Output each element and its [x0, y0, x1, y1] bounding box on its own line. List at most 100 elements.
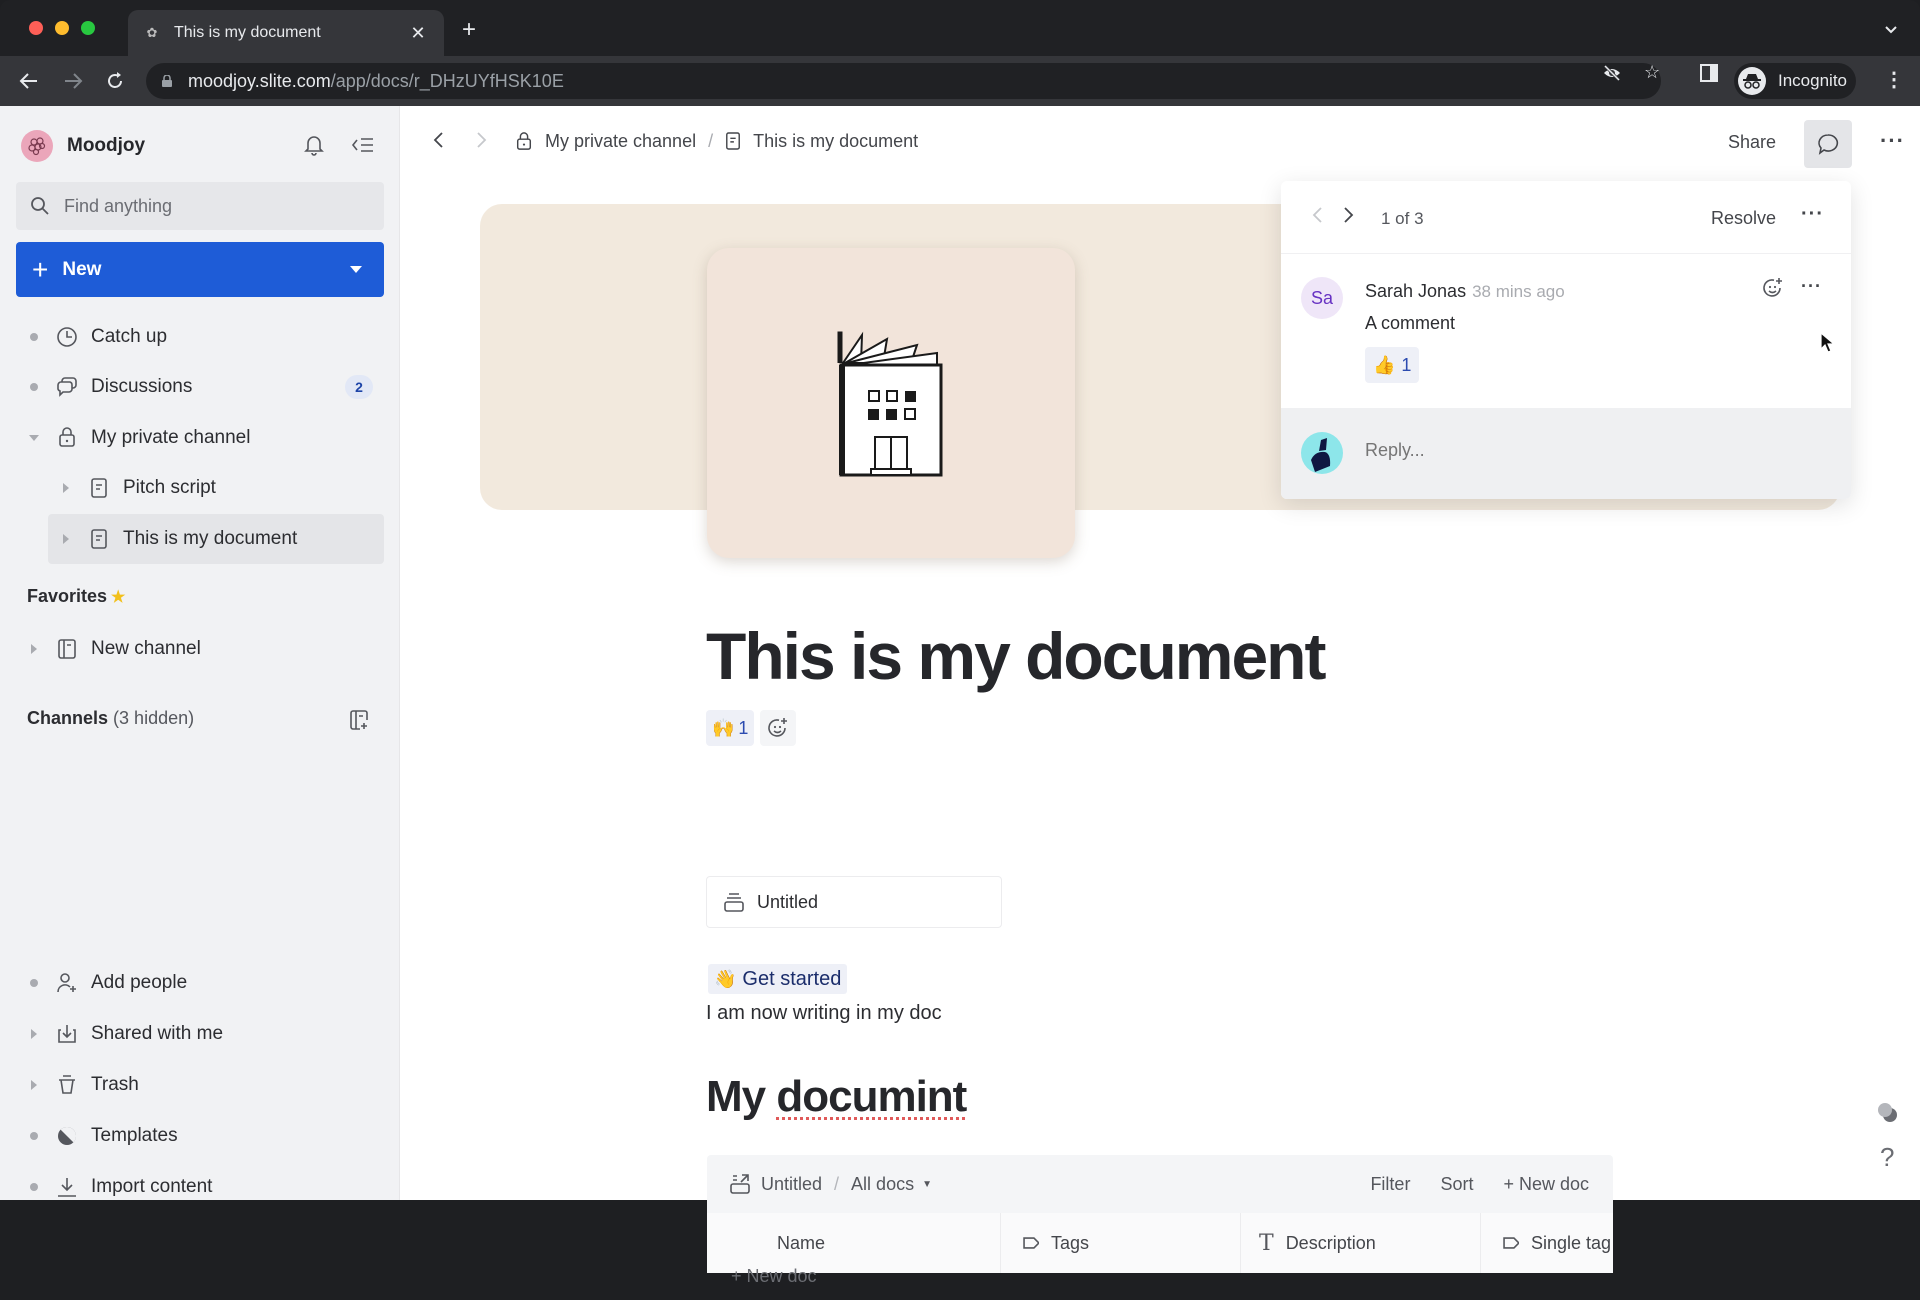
breadcrumb: My private channel / This is my document — [515, 130, 918, 152]
column-header-description[interactable]: T Description — [1241, 1213, 1481, 1273]
channels-heading[interactable]: Channels (3 hidden) — [27, 708, 194, 729]
collection-open-icon[interactable] — [729, 1173, 751, 1195]
comment-more-options-icon[interactable]: ··· — [1801, 276, 1822, 297]
doc-emoji-card[interactable] — [707, 248, 1075, 558]
tab-search-chevron-icon[interactable] — [1884, 22, 1898, 38]
breadcrumb-channel[interactable]: My private channel — [545, 131, 696, 152]
collection-name[interactable]: Untitled — [761, 1174, 822, 1195]
sidebar-item-shared-with-me[interactable]: Shared with me — [0, 1009, 400, 1059]
comment-add-reaction-icon[interactable] — [1761, 276, 1785, 305]
sidebar-item-pitch-script[interactable]: Pitch script — [0, 463, 400, 513]
add-reaction-button[interactable] — [760, 710, 797, 746]
browser-tab-active[interactable]: ✿ This is my document ✕ — [128, 10, 444, 56]
comment-icon — [1818, 134, 1839, 155]
reload-icon[interactable] — [102, 68, 128, 94]
workspace-switcher[interactable]: Moodjoy — [21, 130, 145, 162]
new-dropdown-caret-icon[interactable] — [350, 266, 362, 273]
address-bar[interactable]: moodjoy.slite.com/app/docs/r_DHzUYfHSK10… — [146, 63, 1661, 99]
sidebar-item-new-channel[interactable]: New channel — [0, 624, 400, 674]
comments-toggle-button[interactable] — [1804, 120, 1852, 168]
collection-reference-block[interactable]: Untitled — [706, 876, 1002, 928]
share-button[interactable]: Share — [1728, 132, 1776, 153]
search-input[interactable]: Find anything — [16, 182, 384, 230]
thread-more-options-icon[interactable]: ··· — [1801, 203, 1824, 226]
view-dropdown-caret-icon[interactable]: ▼ — [922, 1179, 932, 1190]
doc-heading-2[interactable]: My documint — [706, 1072, 967, 1122]
forward-arrow-icon[interactable] — [60, 68, 86, 94]
sidebar-item-this-is-my-document[interactable]: This is my document — [0, 514, 400, 564]
breadcrumb-document[interactable]: This is my document — [753, 131, 918, 152]
expand-caret-icon[interactable] — [31, 1029, 37, 1039]
new-button[interactable]: + New — [16, 242, 384, 297]
sidebar-item-label: Pitch script — [123, 477, 216, 498]
get-started-link[interactable]: 👋 Get started — [708, 964, 848, 994]
window-close-button[interactable] — [29, 21, 43, 35]
new-channel-icon[interactable] — [344, 705, 374, 735]
sidebar-item-my-private-channel[interactable]: My private channel — [0, 413, 400, 463]
star-icon: ★ — [111, 589, 126, 606]
expand-caret-icon[interactable] — [29, 435, 39, 441]
sidebar-item-import-content[interactable]: Import content — [0, 1162, 400, 1212]
misspelled-word[interactable]: documint — [776, 1072, 967, 1121]
sort-button[interactable]: Sort — [1440, 1174, 1473, 1195]
add-row-button[interactable]: + New doc — [731, 1266, 817, 1287]
reaction-pill[interactable]: 🙌 1 — [706, 710, 755, 746]
column-header-tags[interactable]: Tags — [1001, 1213, 1241, 1273]
view-selector[interactable]: All docs — [851, 1174, 914, 1195]
breadcrumb-separator: / — [708, 130, 714, 151]
get-started-label: Get started — [742, 967, 842, 990]
sidebar-item-add-people[interactable]: Add people — [0, 958, 400, 1008]
filter-button[interactable]: Filter — [1370, 1174, 1410, 1195]
help-button[interactable]: ? — [1880, 1142, 1894, 1173]
new-doc-button[interactable]: + New doc — [1503, 1174, 1589, 1195]
comment-reaction-pill[interactable]: 👍 1 — [1365, 347, 1420, 383]
emoji-add-icon — [768, 718, 788, 737]
previous-comment-icon[interactable] — [1311, 205, 1323, 231]
import-icon — [55, 1175, 79, 1199]
next-comment-icon[interactable] — [1343, 205, 1355, 231]
back-arrow-icon[interactable] — [16, 68, 42, 94]
sidebar-item-templates[interactable]: Templates — [0, 1111, 400, 1161]
collapse-sidebar-icon[interactable] — [348, 130, 378, 160]
window-zoom-button[interactable] — [81, 21, 95, 35]
notifications-bell-icon[interactable] — [299, 130, 329, 160]
expand-caret-icon[interactable] — [31, 644, 37, 654]
doc-paragraph[interactable]: I am now writing in my doc — [706, 1002, 942, 1025]
lock-icon — [55, 425, 79, 449]
side-panel-icon[interactable] — [1700, 64, 1718, 87]
eye-off-icon[interactable] — [1602, 64, 1622, 87]
expand-caret-icon[interactable] — [63, 483, 69, 493]
presence-toggle-icon[interactable] — [1876, 1102, 1900, 1129]
doc-title[interactable]: This is my document — [706, 618, 1326, 694]
window-minimize-button[interactable] — [55, 21, 69, 35]
history-back-icon[interactable] — [432, 130, 444, 150]
tab-close-icon[interactable]: ✕ — [408, 23, 428, 44]
lock-icon — [515, 130, 533, 152]
column-header-name[interactable]: Name — [707, 1213, 1001, 1273]
reply-input[interactable] — [1365, 440, 1805, 461]
table-column-headers: Name Tags T Description Single tag — [707, 1213, 1613, 1273]
bookmark-star-icon[interactable]: ☆ — [1644, 62, 1660, 83]
sidebar-item-label: New channel — [91, 638, 201, 659]
history-forward-icon[interactable] — [476, 130, 488, 150]
avatar[interactable]: Sa — [1301, 277, 1343, 319]
sidebar-item-discussions[interactable]: Discussions 2 — [0, 362, 400, 412]
incognito-profile-button[interactable]: Incognito — [1734, 63, 1856, 99]
doc-reactions: 🙌 1 — [706, 710, 797, 746]
breadcrumb-separator: / — [834, 1173, 840, 1194]
new-tab-button[interactable]: + — [462, 18, 476, 42]
expand-caret-icon[interactable] — [63, 534, 69, 544]
thumbs-up-emoji-icon: 👍 — [1373, 354, 1396, 375]
column-label: Name — [777, 1232, 826, 1253]
add-person-icon — [55, 971, 79, 995]
text-icon: T — [1259, 1230, 1274, 1256]
resolve-button[interactable]: Resolve — [1711, 208, 1776, 229]
author-name[interactable]: Sarah Jonas — [1365, 281, 1466, 301]
sidebar-item-trash[interactable]: Trash — [0, 1060, 400, 1110]
browser-menu-icon[interactable]: ⋮ — [1884, 70, 1904, 90]
column-header-single-tag[interactable]: Single tag — [1481, 1213, 1613, 1273]
doc-more-options-icon[interactable]: ··· — [1880, 128, 1905, 154]
tag-icon — [1503, 1237, 1519, 1249]
expand-caret-icon[interactable] — [31, 1080, 37, 1090]
sidebar-item-catch-up[interactable]: Catch up — [0, 312, 400, 362]
